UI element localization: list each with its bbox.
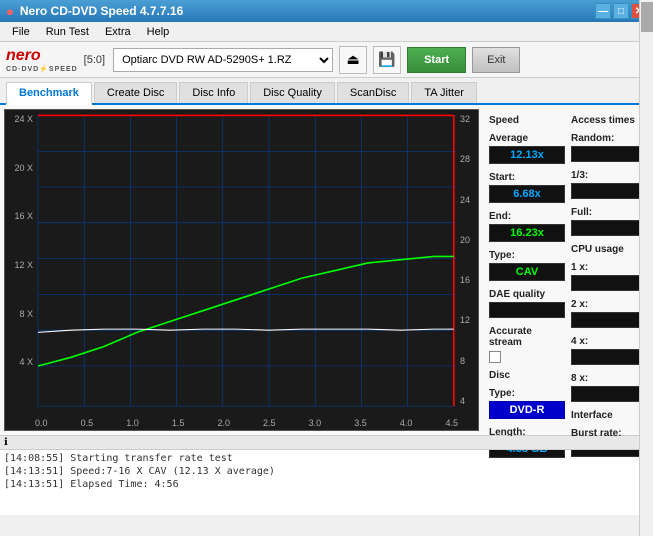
full-value-box — [571, 220, 647, 236]
exit-button[interactable]: Exit — [472, 47, 520, 73]
cpu-8x-label: 8 x: — [571, 373, 647, 384]
x-label-0.5: 0.5 — [81, 418, 94, 428]
toolbar: nero CD·DVD⚡SPEED [5:0] Optiarc DVD RW A… — [0, 42, 653, 78]
cpu-1x-value-box — [571, 275, 647, 291]
x-label-4.5: 4.5 — [445, 418, 458, 428]
x-label-1.0: 1.0 — [126, 418, 139, 428]
main-content: 24 X 20 X 16 X 12 X 8 X 4 X 32 28 24 20 … — [0, 105, 653, 435]
tab-disc-quality[interactable]: Disc Quality — [250, 82, 335, 103]
menu-run-test[interactable]: Run Test — [38, 24, 97, 40]
stats-right-column: Access times Random: 1/3: Full: CPU usag… — [571, 109, 647, 459]
end-value: 16.23x — [489, 224, 565, 242]
app-icon: ● — [6, 4, 14, 19]
start-label: Start: — [489, 172, 565, 183]
accurate-stream-checkbox-area — [489, 351, 565, 363]
x-label-3.0: 3.0 — [309, 418, 322, 428]
nero-logo-area: nero CD·DVD⚡SPEED — [6, 47, 78, 73]
average-value: 12.13x — [489, 146, 565, 164]
drive-selector[interactable]: Optiarc DVD RW AD-5290S+ 1.RZ — [113, 48, 333, 72]
menu-help[interactable]: Help — [139, 24, 178, 40]
cpu-8x-value-box — [571, 386, 647, 402]
accurate-stream-checkbox[interactable] — [489, 351, 501, 363]
nero-subtitle: CD·DVD⚡SPEED — [6, 65, 78, 73]
cpu-2x-label: 2 x: — [571, 299, 647, 310]
accurate-stream-label: Accurate stream — [489, 326, 565, 348]
menu-extra[interactable]: Extra — [97, 24, 139, 40]
one-third-value-box — [571, 183, 647, 199]
save-icon[interactable]: 💾 — [373, 46, 401, 74]
random-value-box — [571, 146, 647, 162]
log-scrollbar[interactable] — [639, 450, 653, 515]
cpu-4x-label: 4 x: — [571, 336, 647, 347]
x-label-0.0: 0.0 — [35, 418, 48, 428]
interface-label: Interface — [571, 410, 647, 421]
stats-left-column: Speed Average 12.13x Start: 6.68x End: 1… — [489, 109, 565, 459]
start-button[interactable]: Start — [407, 47, 466, 73]
tab-create-disc[interactable]: Create Disc — [94, 82, 177, 103]
chart-svg — [5, 110, 478, 430]
log-header: ℹ ▲ — [0, 436, 653, 450]
x-label-3.5: 3.5 — [354, 418, 367, 428]
type-value: CAV — [489, 263, 565, 281]
log-area: ℹ ▲ [14:08:55] Starting transfer rate te… — [0, 435, 653, 515]
cpu-2x-value-box — [571, 312, 647, 328]
access-times-label: Access times — [571, 115, 647, 126]
tab-benchmark[interactable]: Benchmark — [6, 82, 92, 105]
average-label: Average — [489, 133, 565, 144]
disc-type-value: DVD-R — [489, 401, 565, 419]
dae-quality-label: DAE quality — [489, 289, 565, 300]
log-header-icon: ℹ — [4, 437, 8, 448]
tab-bar: Benchmark Create Disc Disc Info Disc Qua… — [0, 78, 653, 105]
log-content: [14:08:55] Starting transfer rate test [… — [0, 450, 653, 515]
log-line-1: [14:08:55] Starting transfer rate test — [4, 452, 649, 465]
tab-ta-jitter[interactable]: TA Jitter — [411, 82, 477, 103]
full-label: Full: — [571, 207, 647, 218]
log-line-3: [14:13:51] Elapsed Time: 4:56 — [4, 478, 649, 491]
title-bar-text: Nero CD-DVD Speed 4.7.7.16 — [20, 4, 183, 18]
nero-logo: nero — [6, 47, 41, 65]
end-label: End: — [489, 211, 565, 222]
right-panel: Speed Average 12.13x Start: 6.68x End: 1… — [483, 105, 653, 435]
cpu-usage-label: CPU usage — [571, 244, 647, 255]
speed-label: Speed — [489, 115, 565, 126]
x-label-2.5: 2.5 — [263, 418, 276, 428]
maximize-button[interactable]: □ — [613, 3, 629, 19]
x-label-1.5: 1.5 — [172, 418, 185, 428]
disc-section-label: Disc — [489, 370, 565, 381]
title-bar: ● Nero CD-DVD Speed 4.7.7.16 — □ ✕ — [0, 0, 653, 22]
log-line-2: [14:13:51] Speed:7-16 X CAV (12.13 X ave… — [4, 465, 649, 478]
one-third-label: 1/3: — [571, 170, 647, 181]
x-label-4.0: 4.0 — [400, 418, 413, 428]
random-label: Random: — [571, 133, 647, 144]
disc-type-label: Type: — [489, 388, 565, 399]
cpu-1x-label: 1 x: — [571, 262, 647, 273]
menu-file[interactable]: File — [4, 24, 38, 40]
chart-area: 24 X 20 X 16 X 12 X 8 X 4 X 32 28 24 20 … — [4, 109, 479, 431]
tab-disc-info[interactable]: Disc Info — [179, 82, 248, 103]
tab-scandisc[interactable]: ScanDisc — [337, 82, 409, 103]
drive-label: [5:0] — [84, 54, 105, 66]
start-value: 6.68x — [489, 185, 565, 203]
x-label-2.0: 2.0 — [217, 418, 230, 428]
cpu-4x-value-box — [571, 349, 647, 365]
type-label: Type: — [489, 250, 565, 261]
menu-bar: File Run Test Extra Help — [0, 22, 653, 42]
eject-icon[interactable]: ⏏ — [339, 46, 367, 74]
x-axis: 0.0 0.5 1.0 1.5 2.0 2.5 3.0 3.5 4.0 4.5 — [35, 418, 458, 428]
minimize-button[interactable]: — — [595, 3, 611, 19]
